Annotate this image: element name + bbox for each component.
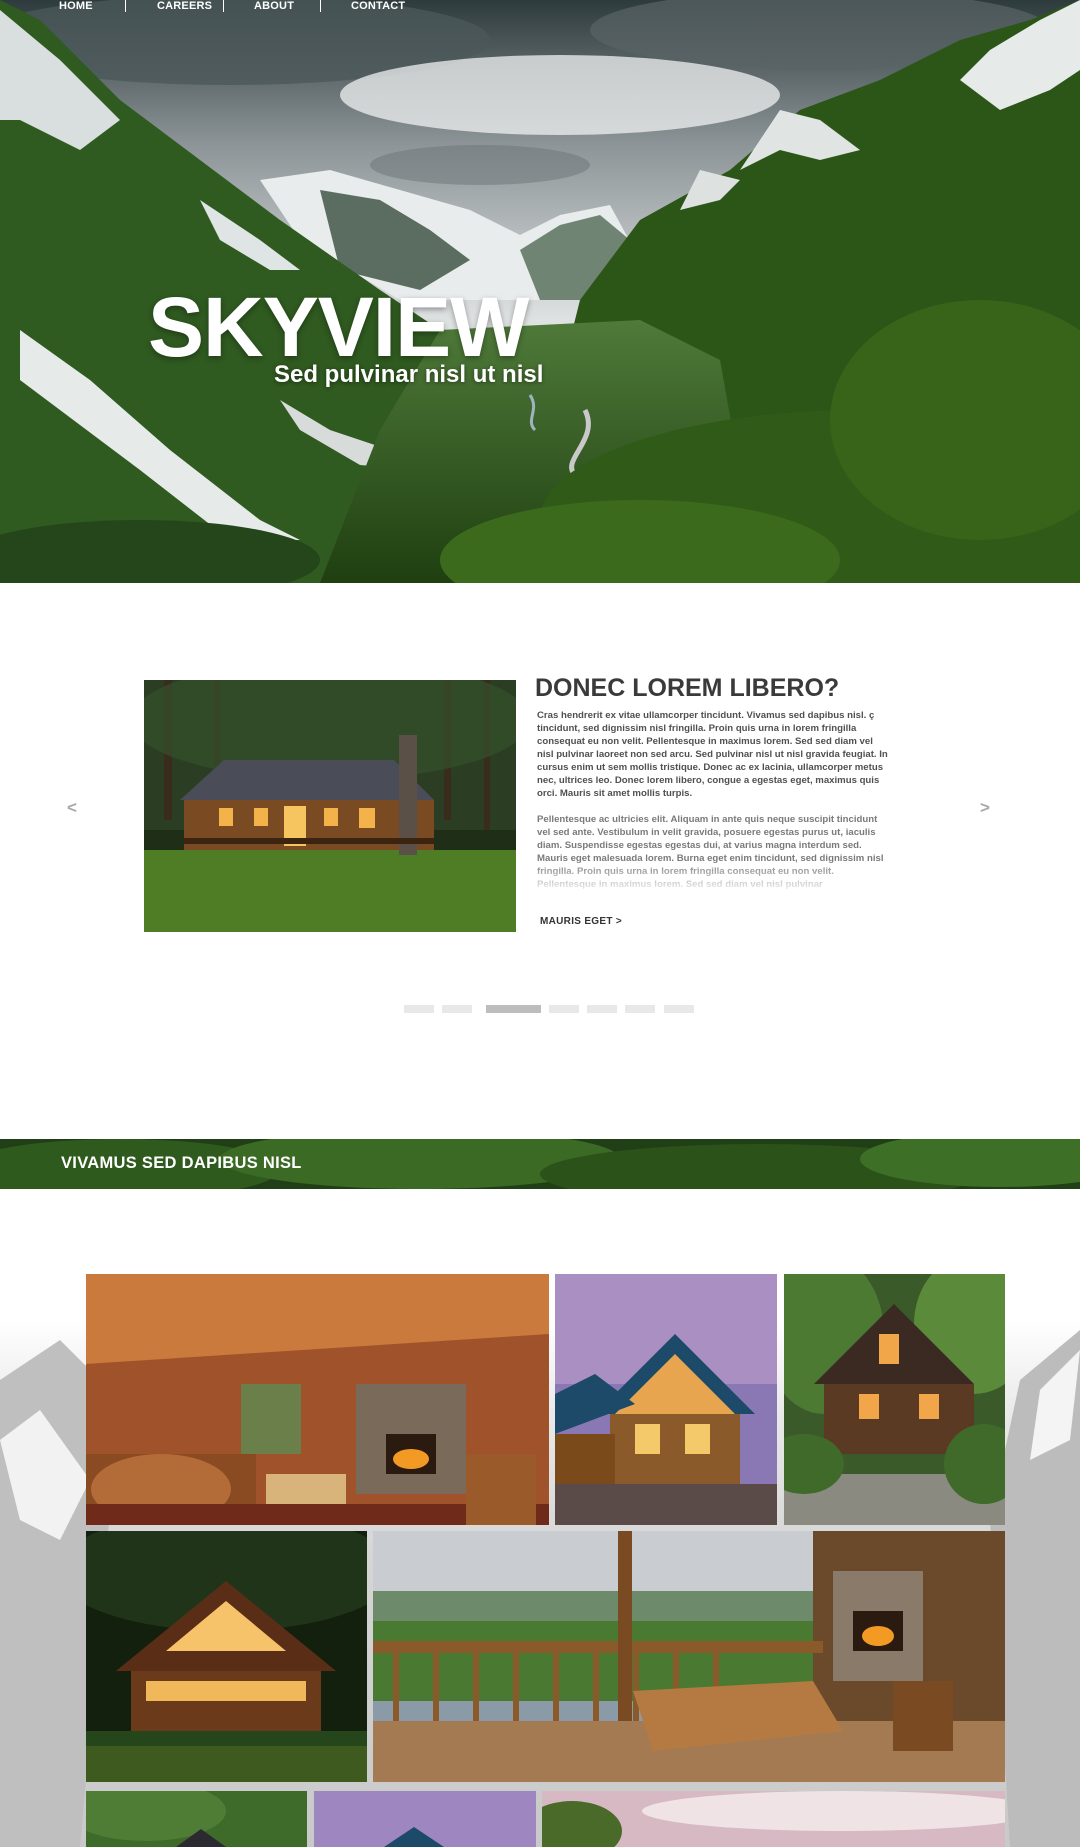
gallery-image-cabin-dusk[interactable] <box>555 1274 777 1525</box>
pagination-dot[interactable] <box>664 1005 694 1013</box>
gallery-image-cabin-forest[interactable] <box>784 1274 1005 1525</box>
slide-heading: DONEC LOREM LIBERO? <box>535 674 840 702</box>
hero-title: SKYVIEW <box>148 280 529 374</box>
slide-paragraph: Cras hendrerit ex vitae ullamcorper tinc… <box>537 710 888 799</box>
hero-section: HOME CAREERS ABOUT CONTACT SKYVIEW Sed p… <box>0 0 1080 583</box>
pagination-dot[interactable] <box>625 1005 655 1013</box>
slide-image-cabin <box>144 680 516 932</box>
nav-item-home[interactable]: HOME <box>59 0 93 12</box>
pagination-dot[interactable] <box>549 1005 579 1013</box>
pagination-dot[interactable] <box>587 1005 617 1013</box>
nav-item-contact[interactable]: CONTACT <box>351 0 405 12</box>
hero-subtitle: Sed pulvinar nisl ut nisl <box>274 361 544 388</box>
slide-paragraph: Pellentesque ac ultricies elit. Aliquam … <box>537 813 889 891</box>
nav-item-careers[interactable]: CAREERS <box>157 0 212 12</box>
nav-divider <box>125 0 126 12</box>
gallery-image-cabin-forest-partial[interactable] <box>86 1791 307 1847</box>
slide-body: Cras hendrerit ex vitae ullamcorper tinc… <box>537 709 889 904</box>
pagination-dot[interactable] <box>404 1005 434 1013</box>
read-more-link[interactable]: MAURIS EGET > <box>540 916 622 927</box>
gallery-image-cabin-night[interactable] <box>86 1531 367 1782</box>
nav-divider <box>223 0 224 12</box>
nav-divider <box>320 0 321 12</box>
pagination-dot-active[interactable] <box>486 1005 541 1013</box>
nav-item-about[interactable]: ABOUT <box>254 0 294 12</box>
section-banner: VIVAMUS SED DAPIBUS NISL <box>0 1139 1080 1189</box>
gallery-image-deck-view[interactable] <box>373 1531 1005 1782</box>
slider-prev-button[interactable]: < <box>67 798 77 818</box>
gallery-image-cabin-dusk-partial[interactable] <box>314 1791 536 1847</box>
pagination-dot[interactable] <box>442 1005 472 1013</box>
slider-next-button[interactable]: > <box>980 798 990 818</box>
banner-title: VIVAMUS SED DAPIBUS NISL <box>61 1154 302 1172</box>
gallery-image-sky-partial[interactable] <box>542 1791 1005 1847</box>
gallery-image-cabin-interior[interactable] <box>86 1274 549 1525</box>
